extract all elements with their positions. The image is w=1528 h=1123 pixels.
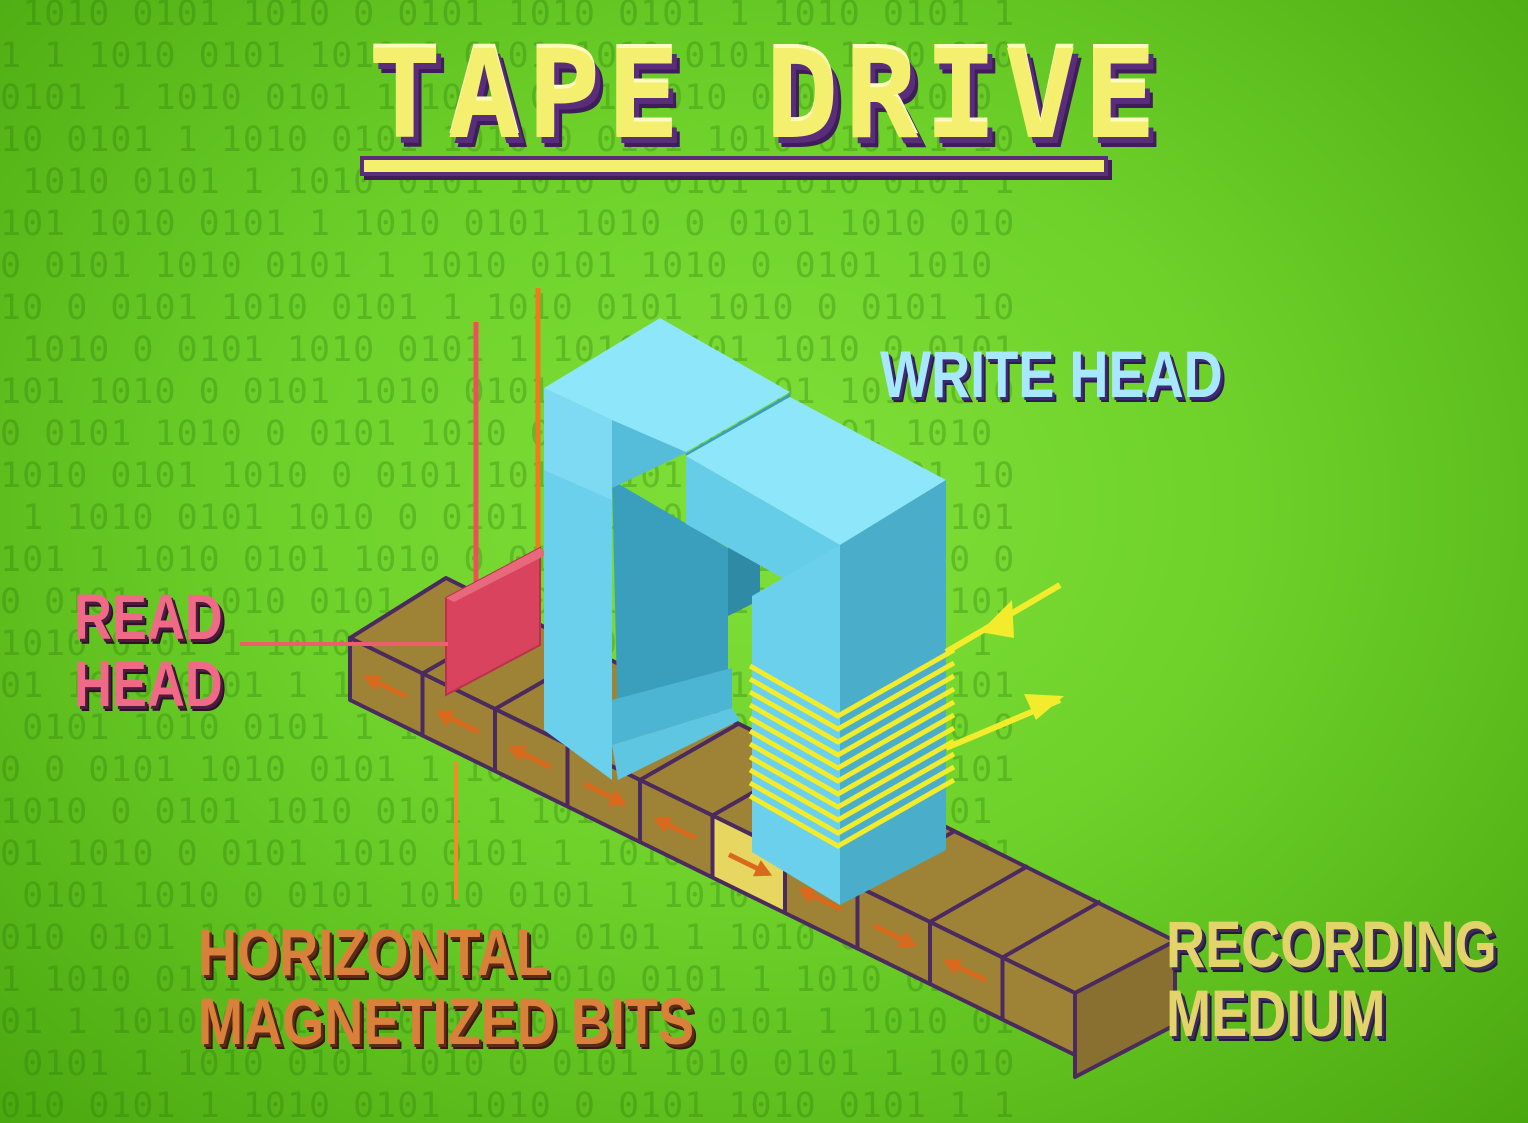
write-head-label: WRITE HEAD: [880, 337, 1223, 411]
magnetized-bits-label-line-2: MAGNETIZED BITS: [198, 984, 695, 1059]
read-head-label-line-2: HEAD: [74, 648, 223, 721]
read-head-label: READ HEAD: [74, 581, 223, 721]
write-head-label-text: WRITE HEAD: [880, 337, 1223, 411]
recording-medium-label: RECORDING MEDIUM: [1166, 907, 1497, 1051]
coil-current-arrows: [944, 582, 1064, 751]
magnetized-bits-label: HORIZONTAL MAGNETIZED BITS: [198, 915, 695, 1059]
read-head-label-line-1: READ: [74, 581, 223, 653]
magnetized-bits-label-line-1: HORIZONTAL: [198, 915, 549, 989]
recording-medium-label-line-1: RECORDING: [1166, 907, 1497, 981]
recording-medium-label-line-2: MEDIUM: [1166, 976, 1386, 1051]
tape-drive-diagram: 1010 0101 1010 0 0101 1010 0101 1 1010 0…: [0, 0, 1528, 1123]
